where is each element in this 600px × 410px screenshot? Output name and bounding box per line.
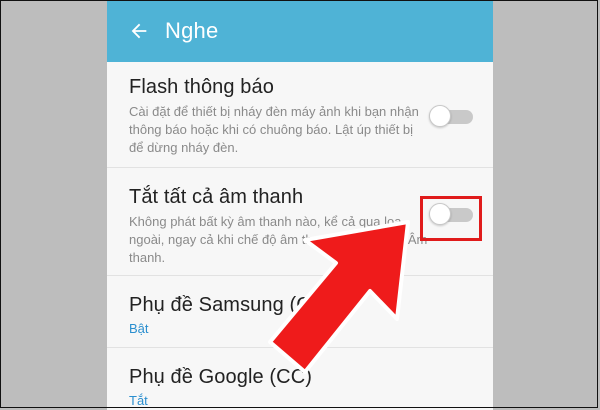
setting-description: Không phát bất kỳ âm thanh nào, kể cả qu… [129,214,428,265]
setting-value: Bật [129,321,149,336]
setting-title: Phụ đề Samsung (CC) [129,294,333,316]
toggle-mute-all[interactable] [429,203,473,225]
settings-screen: Nghe Flash thông báo Cài đặt để thiết bị… [107,0,493,410]
app-bar: Nghe [107,0,493,62]
setting-samsung-captions[interactable]: Phụ đề Samsung (CC) Bật [107,276,493,348]
setting-title: Phụ đề Google (CC) [129,366,313,388]
toggle-knob [429,203,451,225]
setting-title: Flash thông báo [129,76,274,98]
setting-mute-all-sounds[interactable]: Tắt tất cả âm thanh Không phát bất kỳ âm… [107,168,493,276]
arrow-left-icon[interactable] [127,19,151,43]
setting-title: Tắt tất cả âm thanh [129,186,304,208]
toggle-flash-notification[interactable] [429,105,473,127]
setting-description: Cài đặt để thiết bị nháy đèn máy ảnh khi… [129,104,419,155]
setting-google-captions[interactable]: Phụ đề Google (CC) Tắt [107,348,493,410]
setting-value: Tắt [129,393,148,408]
setting-flash-notification[interactable]: Flash thông báo Cài đặt để thiết bị nháy… [107,62,493,168]
page-title: Nghe [165,18,219,43]
toggle-knob [429,105,451,127]
